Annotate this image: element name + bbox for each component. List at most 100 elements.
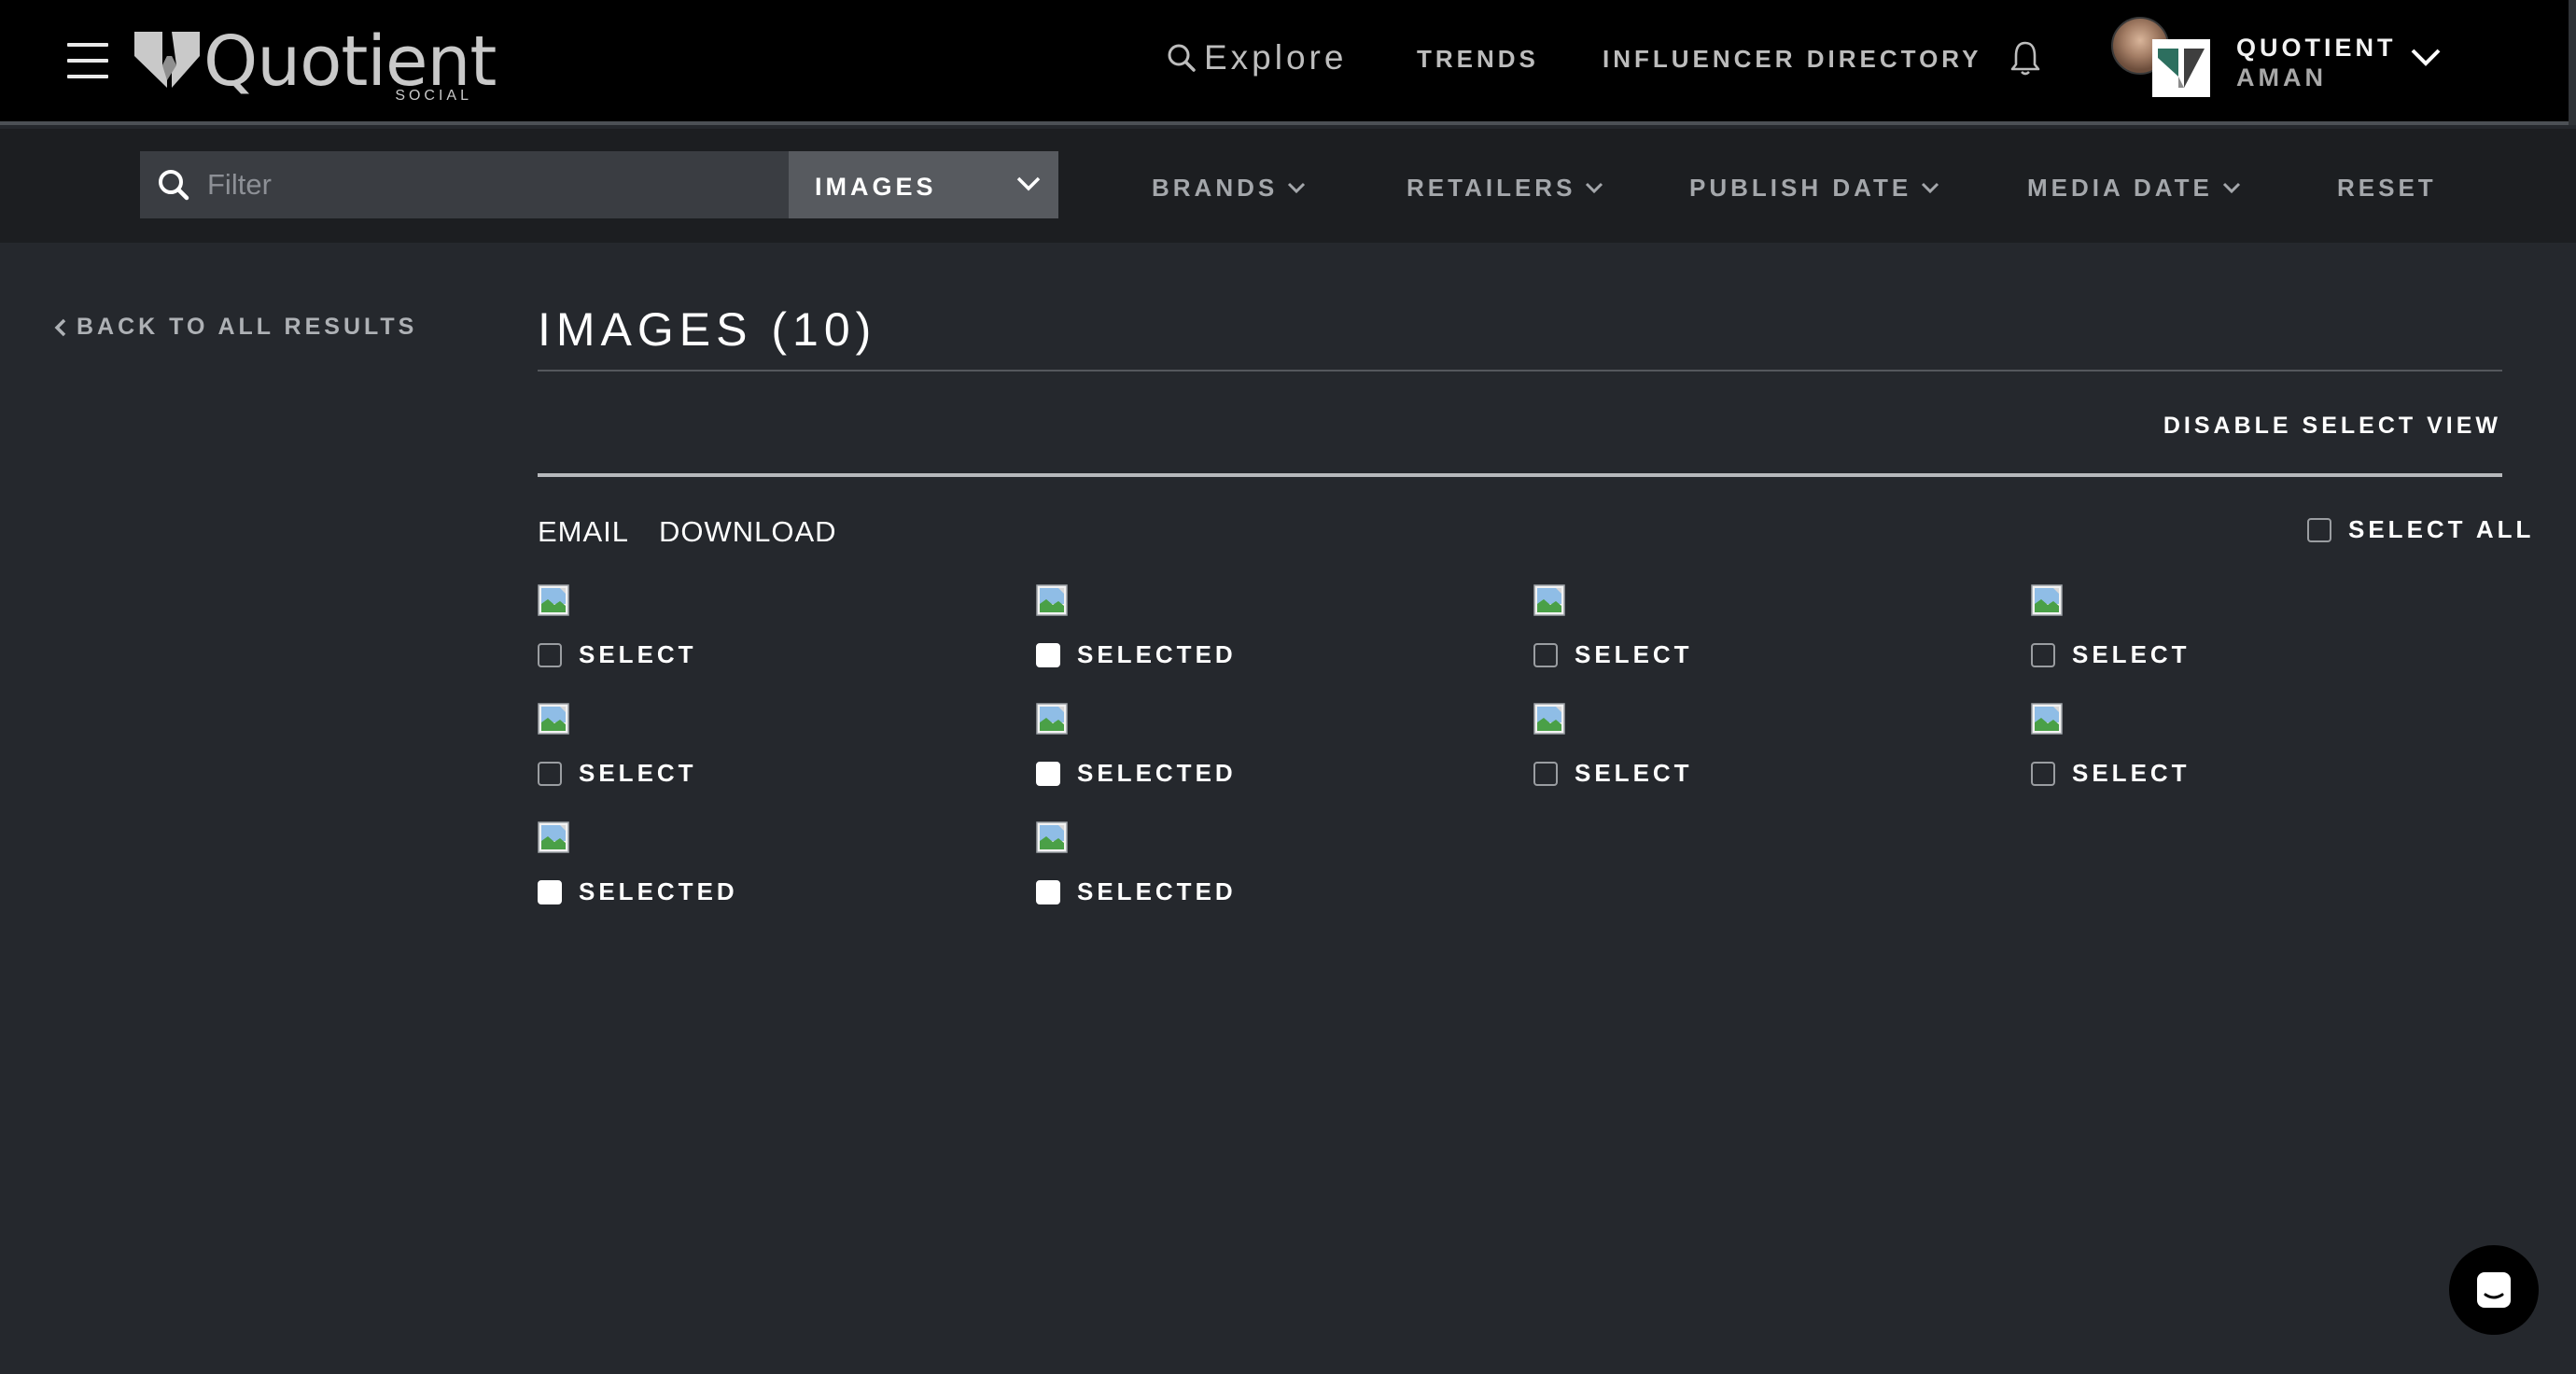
broken-image-icon[interactable] <box>1036 703 1068 739</box>
select-label: SELECT <box>1575 640 1693 668</box>
divider <box>538 473 2502 477</box>
chevron-down-icon <box>2222 182 2240 193</box>
explore-link[interactable]: Explore <box>1167 37 1347 78</box>
image-card: SELECT <box>2031 703 2498 806</box>
broken-image-icon[interactable] <box>1533 584 1565 621</box>
retailers-dropdown[interactable]: RETAILERS <box>1407 174 1603 203</box>
image-card: SELECTED <box>1036 821 1503 924</box>
back-label: BACK TO ALL RESULTS <box>77 314 418 340</box>
account-brand-logo-icon <box>2152 39 2210 97</box>
back-to-results-link[interactable]: BACK TO ALL RESULTS <box>54 314 417 341</box>
select-checkbox[interactable] <box>2031 642 2055 667</box>
select-toggle[interactable]: SELECT <box>538 640 697 669</box>
publish-date-label: PUBLISH DATE <box>1689 174 1912 202</box>
brands-label: BRANDS <box>1152 174 1279 202</box>
select-checkbox[interactable] <box>538 642 562 667</box>
select-label: SELECTED <box>1077 759 1237 787</box>
select-toggle[interactable]: SELECT <box>538 759 697 788</box>
broken-image-icon[interactable] <box>2031 584 2063 621</box>
broken-image-icon[interactable] <box>538 821 569 858</box>
chevron-down-icon <box>1016 176 1041 191</box>
select-toggle[interactable]: SELECT <box>1533 640 1693 669</box>
select-toggle[interactable]: SELECTED <box>1036 877 1237 906</box>
image-card: SELECT <box>1533 584 2000 687</box>
select-toggle[interactable]: SELECT <box>1533 759 1693 788</box>
reset-label: RESET <box>2337 174 2437 202</box>
filter-bar: IMAGES BRANDS RETAILERS PUBLISH DATE MED… <box>0 129 2576 243</box>
publish-date-dropdown[interactable]: PUBLISH DATE <box>1689 174 1939 203</box>
select-label: SELECTED <box>1077 877 1237 905</box>
image-card: SELECT <box>538 703 1004 806</box>
broken-image-icon[interactable] <box>538 703 569 739</box>
select-checkbox[interactable] <box>538 879 562 904</box>
select-all-checkbox[interactable] <box>2307 517 2331 542</box>
download-button[interactable]: DOWNLOAD <box>659 515 837 549</box>
select-checkbox[interactable] <box>2031 761 2055 786</box>
account-avatar[interactable] <box>2111 17 2212 97</box>
chevron-down-icon <box>1586 182 1603 193</box>
select-toggle[interactable]: SELECT <box>2031 640 2191 669</box>
nav-trends[interactable]: TRENDS <box>1417 45 1539 74</box>
divider <box>538 370 2502 372</box>
select-label: SELECT <box>579 640 697 668</box>
media-date-dropdown[interactable]: MEDIA DATE <box>2027 174 2241 203</box>
chevron-down-icon[interactable] <box>2410 47 2442 67</box>
filter-field <box>140 151 789 218</box>
quotient-logo-icon <box>134 32 200 88</box>
broken-image-icon[interactable] <box>1533 703 1565 739</box>
account-user: AMAN <box>2236 63 2327 91</box>
bell-icon[interactable] <box>2009 39 2042 77</box>
select-label: SELECTED <box>579 877 738 905</box>
top-navigation: Quotient SOCIAL Explore TRENDS INFLUENCE… <box>0 0 2576 125</box>
broken-image-icon[interactable] <box>538 584 569 621</box>
disable-select-view-button[interactable]: DISABLE SELECT VIEW <box>2163 413 2501 440</box>
select-checkbox[interactable] <box>1036 761 1060 786</box>
image-card: SELECTED <box>1036 703 1503 806</box>
select-toggle[interactable]: SELECT <box>2031 759 2191 788</box>
select-label: SELECT <box>2072 640 2191 668</box>
scrollbar[interactable] <box>2569 0 2576 125</box>
select-checkbox[interactable] <box>1533 761 1558 786</box>
broken-image-icon[interactable] <box>1036 821 1068 858</box>
select-toggle[interactable]: SELECTED <box>538 877 738 906</box>
email-button[interactable]: EMAIL <box>538 515 629 549</box>
select-checkbox[interactable] <box>1036 642 1060 667</box>
chat-icon <box>2477 1272 2511 1308</box>
select-checkbox[interactable] <box>538 761 562 786</box>
image-card: SELECT <box>538 584 1004 687</box>
brands-dropdown[interactable]: BRANDS <box>1152 174 1306 203</box>
media-date-label: MEDIA DATE <box>2027 174 2213 202</box>
image-card: SELECTED <box>538 821 1004 924</box>
select-label: SELECT <box>2072 759 2191 787</box>
nav-influencer-directory[interactable]: INFLUENCER DIRECTORY <box>1603 45 1981 74</box>
chevron-down-icon <box>1922 182 1939 193</box>
search-icon <box>1168 44 1196 72</box>
select-label: SELECT <box>1575 759 1693 787</box>
hamburger-menu-icon[interactable] <box>67 43 108 80</box>
image-card: SELECT <box>2031 584 2498 687</box>
select-all-control[interactable]: SELECT ALL <box>2307 515 2534 544</box>
logo-subtext: SOCIAL <box>395 88 472 104</box>
select-checkbox[interactable] <box>1533 642 1558 667</box>
select-label: SELECT <box>579 759 697 787</box>
filter-input[interactable] <box>205 151 765 218</box>
chat-launcher-button[interactable] <box>2449 1245 2539 1335</box>
select-label: SELECTED <box>1077 640 1237 668</box>
quotient-logo[interactable]: Quotient SOCIAL <box>134 22 497 108</box>
select-toggle[interactable]: SELECTED <box>1036 759 1237 788</box>
image-card: SELECTED <box>1036 584 1503 687</box>
broken-image-icon[interactable] <box>2031 703 2063 739</box>
page-title: IMAGES (10) <box>538 303 877 356</box>
image-card: SELECT <box>1533 703 2000 806</box>
content-type-value: IMAGES <box>815 173 937 201</box>
select-toggle[interactable]: SELECTED <box>1036 640 1237 669</box>
account-name: QUOTIENT <box>2236 34 2397 62</box>
content-type-select[interactable]: IMAGES <box>789 151 1058 218</box>
broken-image-icon[interactable] <box>1036 584 1068 621</box>
chevron-left-icon <box>54 318 66 336</box>
retailers-label: RETAILERS <box>1407 174 1576 202</box>
explore-label: Explore <box>1204 38 1348 77</box>
reset-button[interactable]: RESET <box>2337 174 2437 203</box>
select-all-label: SELECT ALL <box>2348 515 2535 543</box>
select-checkbox[interactable] <box>1036 879 1060 904</box>
